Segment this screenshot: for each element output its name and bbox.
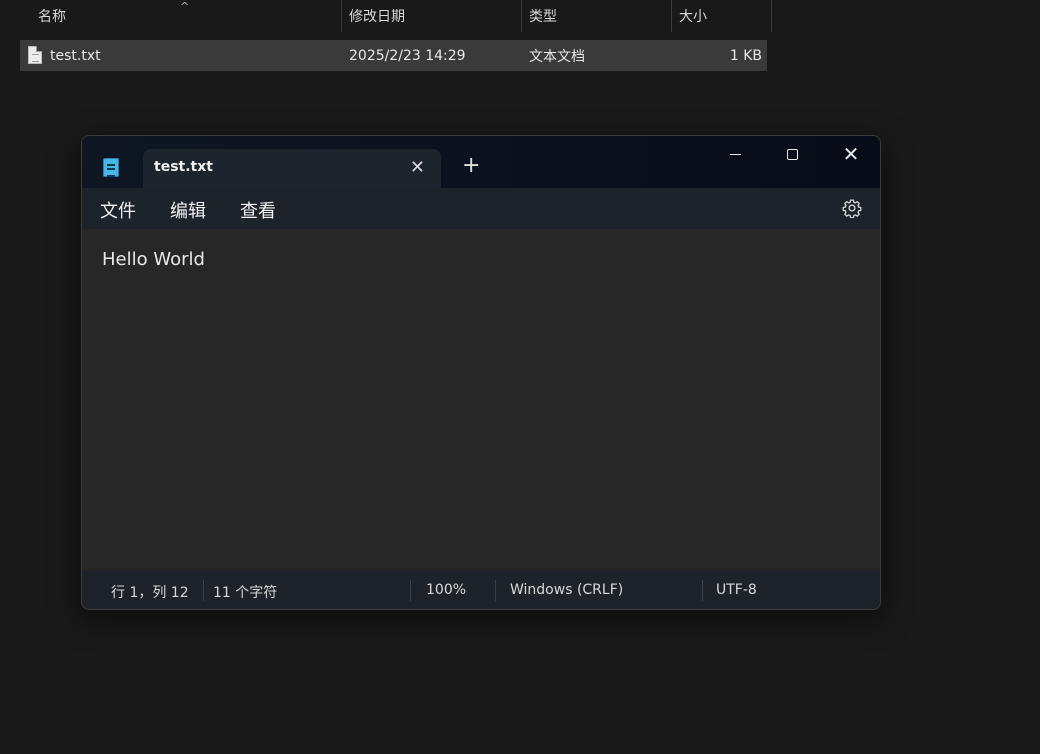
column-header-size[interactable]: 大小	[679, 0, 707, 32]
menu-bar: 文件 编辑 查看	[82, 188, 880, 229]
tab-title: test.txt	[154, 159, 213, 175]
title-bar[interactable]: test.txt ✕ + ✕	[82, 136, 880, 188]
status-bar: 行 1，列 12 11 个字符 100% Windows (CRLF) UTF-…	[82, 570, 880, 609]
tab-test-txt[interactable]: test.txt ✕	[143, 149, 441, 188]
notepad-window: test.txt ✕ + ✕ 文件 编辑 查看 Hello World 行 1，…	[81, 135, 881, 610]
maximize-icon	[786, 148, 798, 160]
status-cursor-position[interactable]: 行 1，列 12	[111, 582, 189, 602]
column-header-modified[interactable]: 修改日期	[349, 0, 405, 32]
text-editor-area[interactable]: Hello World	[82, 229, 880, 570]
file-row-selected[interactable]: test.txt 2025/2/23 14:29 文本文档 1 KB	[20, 40, 767, 71]
menu-edit[interactable]: 编辑	[170, 197, 206, 223]
minimize-icon	[729, 153, 741, 155]
status-divider	[702, 580, 703, 601]
status-encoding[interactable]: UTF-8	[716, 582, 757, 598]
file-modified: 2025/2/23 14:29	[349, 47, 466, 64]
column-header-type[interactable]: 类型	[529, 0, 557, 32]
settings-gear-icon[interactable]	[842, 198, 862, 218]
new-tab-button[interactable]: +	[462, 155, 480, 177]
notepad-app-icon	[103, 158, 119, 177]
file-name: test.txt	[50, 47, 101, 64]
minimize-button[interactable]	[715, 142, 755, 166]
status-char-count: 11 个字符	[213, 585, 278, 601]
maximize-button[interactable]	[772, 142, 812, 166]
menu-file[interactable]: 文件	[100, 197, 136, 223]
file-type: 文本文档	[529, 48, 585, 65]
status-divider	[203, 580, 204, 601]
menu-view[interactable]: 查看	[240, 197, 276, 223]
file-size: 1 KB	[729, 47, 762, 64]
column-divider[interactable]	[771, 0, 772, 32]
status-divider	[410, 580, 411, 601]
status-zoom[interactable]: 100%	[426, 582, 466, 598]
column-divider[interactable]	[341, 0, 342, 32]
tab-close-icon[interactable]: ✕	[410, 157, 425, 178]
column-divider[interactable]	[671, 0, 672, 32]
sort-ascending-icon: ^	[180, 0, 190, 13]
status-divider	[495, 580, 496, 601]
column-divider[interactable]	[521, 0, 522, 32]
close-window-button[interactable]: ✕	[831, 142, 871, 166]
editor-content[interactable]: Hello World	[102, 249, 205, 270]
column-header-name[interactable]: 名称	[38, 0, 66, 32]
text-file-icon	[28, 46, 42, 64]
status-line-ending[interactable]: Windows (CRLF)	[510, 582, 623, 598]
